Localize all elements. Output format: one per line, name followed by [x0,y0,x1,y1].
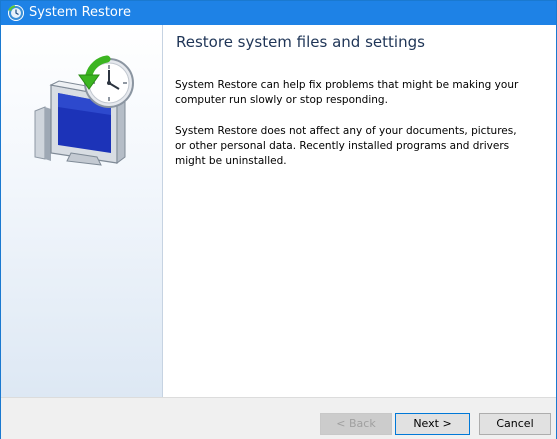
description-paragraph-2: System Restore does not affect any of yo… [175,125,517,167]
description-paragraph-1: System Restore can help fix problems tha… [175,79,519,106]
content-panel: Restore system files and settings System… [163,25,556,397]
cancel-button[interactable]: Cancel [479,413,551,435]
next-button[interactable]: Next > [395,413,470,435]
page-title: Restore system files and settings [176,33,425,51]
system-restore-icon [8,5,24,21]
button-bar: < Back Next > Cancel [1,397,556,439]
system-restore-window: System Restore Restore system files and … [0,0,557,439]
system-restore-clock-monitor-icon [34,55,134,166]
back-button: < Back [320,413,392,435]
title-bar[interactable]: System Restore [1,1,556,25]
window-title: System Restore [29,5,131,20]
sidebar-panel [1,25,163,397]
